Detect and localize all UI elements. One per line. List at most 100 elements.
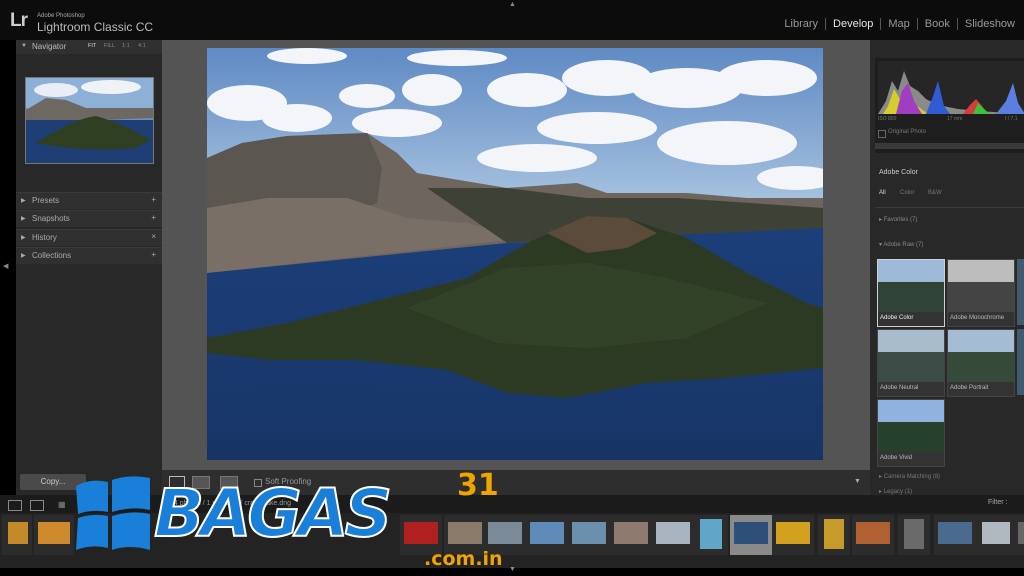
add-preset-icon[interactable]: +: [151, 195, 156, 204]
adobe-raw-group[interactable]: ▾ Adobe Raw (7): [879, 241, 923, 248]
zoom-1-1[interactable]: 1:1: [122, 43, 130, 49]
lightroom-logo: Lr: [10, 10, 28, 31]
adobe-raw-label: Adobe Raw (7): [883, 242, 924, 248]
profile-thumb-partial[interactable]: [1017, 259, 1024, 325]
top-bar: Lr Adobe Photoshop Lightroom Classic CC …: [0, 0, 1024, 40]
filmstrip-thumb[interactable]: [856, 522, 890, 544]
histogram-icon: [878, 61, 1024, 114]
camera-matching-group[interactable]: ▸ Camera Matching (8): [879, 473, 940, 480]
filmstrip-thumb[interactable]: [572, 522, 606, 544]
add-collection-icon[interactable]: +: [151, 250, 156, 259]
filmstrip-thumb[interactable]: [614, 522, 648, 544]
navigator-title: Navigator: [32, 42, 67, 51]
left-panel-toggle-icon[interactable]: ◀: [3, 262, 8, 270]
grid-view-icon[interactable]: ▦: [58, 500, 66, 509]
app-name: Lightroom Classic CC: [37, 20, 154, 34]
histogram-info-aperture: f / 7.1: [1005, 116, 1018, 122]
thumb-sky: [878, 400, 944, 422]
filter-label[interactable]: Filter :: [988, 499, 1007, 506]
profile-label: Adobe Monochrome: [950, 315, 1005, 321]
watermark-domain: .com.in: [424, 548, 503, 570]
module-picker: Library Develop Map Book Slideshow: [777, 18, 1022, 30]
thumb-land: [878, 422, 944, 452]
watermark-superscript: 31: [457, 468, 499, 503]
toolbar-menu-icon[interactable]: ▼: [854, 478, 861, 485]
histogram-info-iso: ISO 800: [878, 116, 897, 122]
divider: [875, 207, 1024, 208]
main-window-icon[interactable]: [8, 500, 22, 511]
expand-triangle-icon: ▶: [21, 235, 26, 241]
profile-thumb-adobe-color[interactable]: Adobe Color: [877, 259, 945, 327]
right-panel: ISO 800 17 mm f / 7.1 Original Photo Ado…: [870, 40, 1024, 495]
navigator-preview[interactable]: [25, 77, 154, 164]
thumb-sky: [878, 330, 944, 352]
module-slideshow[interactable]: Slideshow: [956, 18, 1022, 30]
camera-matching-label: Camera Matching (8): [883, 474, 941, 480]
filmstrip-thumb[interactable]: [904, 519, 924, 549]
top-panel-toggle-icon[interactable]: ▲: [509, 1, 516, 8]
profile-label: Adobe Neutral: [880, 385, 919, 391]
profile-thumb-partial[interactable]: [1017, 329, 1024, 395]
panel-snapshots-label: Snapshots: [32, 214, 70, 223]
add-snapshot-icon[interactable]: +: [151, 213, 156, 222]
module-develop[interactable]: Develop: [825, 18, 880, 30]
profile-thumb-adobe-monochrome[interactable]: Adobe Monochrome: [947, 259, 1015, 327]
thumb-sky: [878, 260, 944, 282]
panel-presets[interactable]: ▶ Presets +: [16, 192, 162, 209]
profile-filter-all[interactable]: All: [879, 190, 886, 196]
collapse-triangle-icon: ▼: [21, 43, 27, 49]
filmstrip-thumb[interactable]: [530, 522, 564, 544]
panel-snapshots[interactable]: ▶ Snapshots +: [16, 210, 162, 227]
profile-name[interactable]: Adobe Color: [879, 169, 918, 176]
profile-label: Adobe Portrait: [950, 385, 989, 391]
filmstrip-thumb[interactable]: [1018, 522, 1024, 544]
vendor-label: Adobe Photoshop: [37, 13, 85, 19]
panel-divider: [875, 143, 1024, 149]
filmstrip-thumb[interactable]: [8, 522, 28, 544]
profile-thumb-adobe-neutral[interactable]: Adobe Neutral: [877, 329, 945, 397]
original-photo-label: Original Photo: [888, 129, 927, 135]
panel-collections[interactable]: ▶ Collections +: [16, 247, 162, 264]
histogram-panel: ISO 800 17 mm f / 7.1 Original Photo: [875, 58, 1024, 153]
legacy-group[interactable]: ▸ Legacy (1): [879, 488, 912, 495]
expand-triangle-icon: ▶: [21, 198, 26, 204]
watermark-brand: BAGAS: [153, 474, 393, 553]
thumb-sky: [948, 260, 1014, 282]
profile-filter-bw[interactable]: B&W: [928, 190, 942, 196]
profile-thumb-adobe-portrait[interactable]: Adobe Portrait: [947, 329, 1015, 397]
zoom-fit[interactable]: FIT: [88, 43, 96, 49]
panel-history[interactable]: ▶ History ×: [16, 229, 162, 246]
profile-filter-color[interactable]: Color: [900, 190, 914, 196]
thumb-land: [878, 282, 944, 312]
filmstrip-thumb[interactable]: [938, 522, 972, 544]
module-book[interactable]: Book: [916, 18, 957, 30]
zoom-fill[interactable]: FILL: [104, 43, 115, 49]
histogram-info-focal: 17 mm: [947, 116, 963, 122]
filmstrip-thumb[interactable]: [982, 522, 1010, 544]
module-library[interactable]: Library: [777, 18, 825, 30]
module-map[interactable]: Map: [880, 18, 916, 30]
panel-presets-label: Presets: [32, 196, 60, 205]
windows-logo-icon: [76, 476, 150, 550]
filmstrip-thumb[interactable]: [38, 522, 70, 544]
navigator-header[interactable]: ▼ Navigator FIT FILL 1:1 4:1: [16, 40, 162, 54]
favorites-group[interactable]: ▸ Favorites (7): [879, 216, 917, 223]
profile-label: Adobe Color: [880, 315, 914, 321]
filmstrip-thumb[interactable]: [824, 519, 844, 549]
favorites-label: Favorites (7): [883, 217, 918, 223]
main-photo-image: [207, 48, 823, 460]
second-window-icon[interactable]: [30, 500, 44, 511]
profile-thumb-adobe-vivid[interactable]: Adobe Vivid: [877, 399, 945, 467]
clear-history-icon[interactable]: ×: [151, 232, 156, 241]
filmstrip-thumb[interactable]: [700, 519, 722, 549]
filmstrip-thumb[interactable]: [776, 522, 810, 544]
filmstrip-thumb-selected[interactable]: [734, 522, 768, 544]
thumb-land: [948, 282, 1014, 312]
original-photo-checkbox[interactable]: [878, 130, 886, 138]
expand-triangle-icon: ▶: [21, 253, 26, 259]
filmstrip-thumb[interactable]: [656, 522, 690, 544]
main-photo[interactable]: [207, 48, 823, 460]
zoom-4-1[interactable]: 4:1: [138, 43, 146, 49]
profile-label: Adobe Vivid: [880, 455, 912, 461]
panel-collections-label: Collections: [32, 251, 72, 260]
